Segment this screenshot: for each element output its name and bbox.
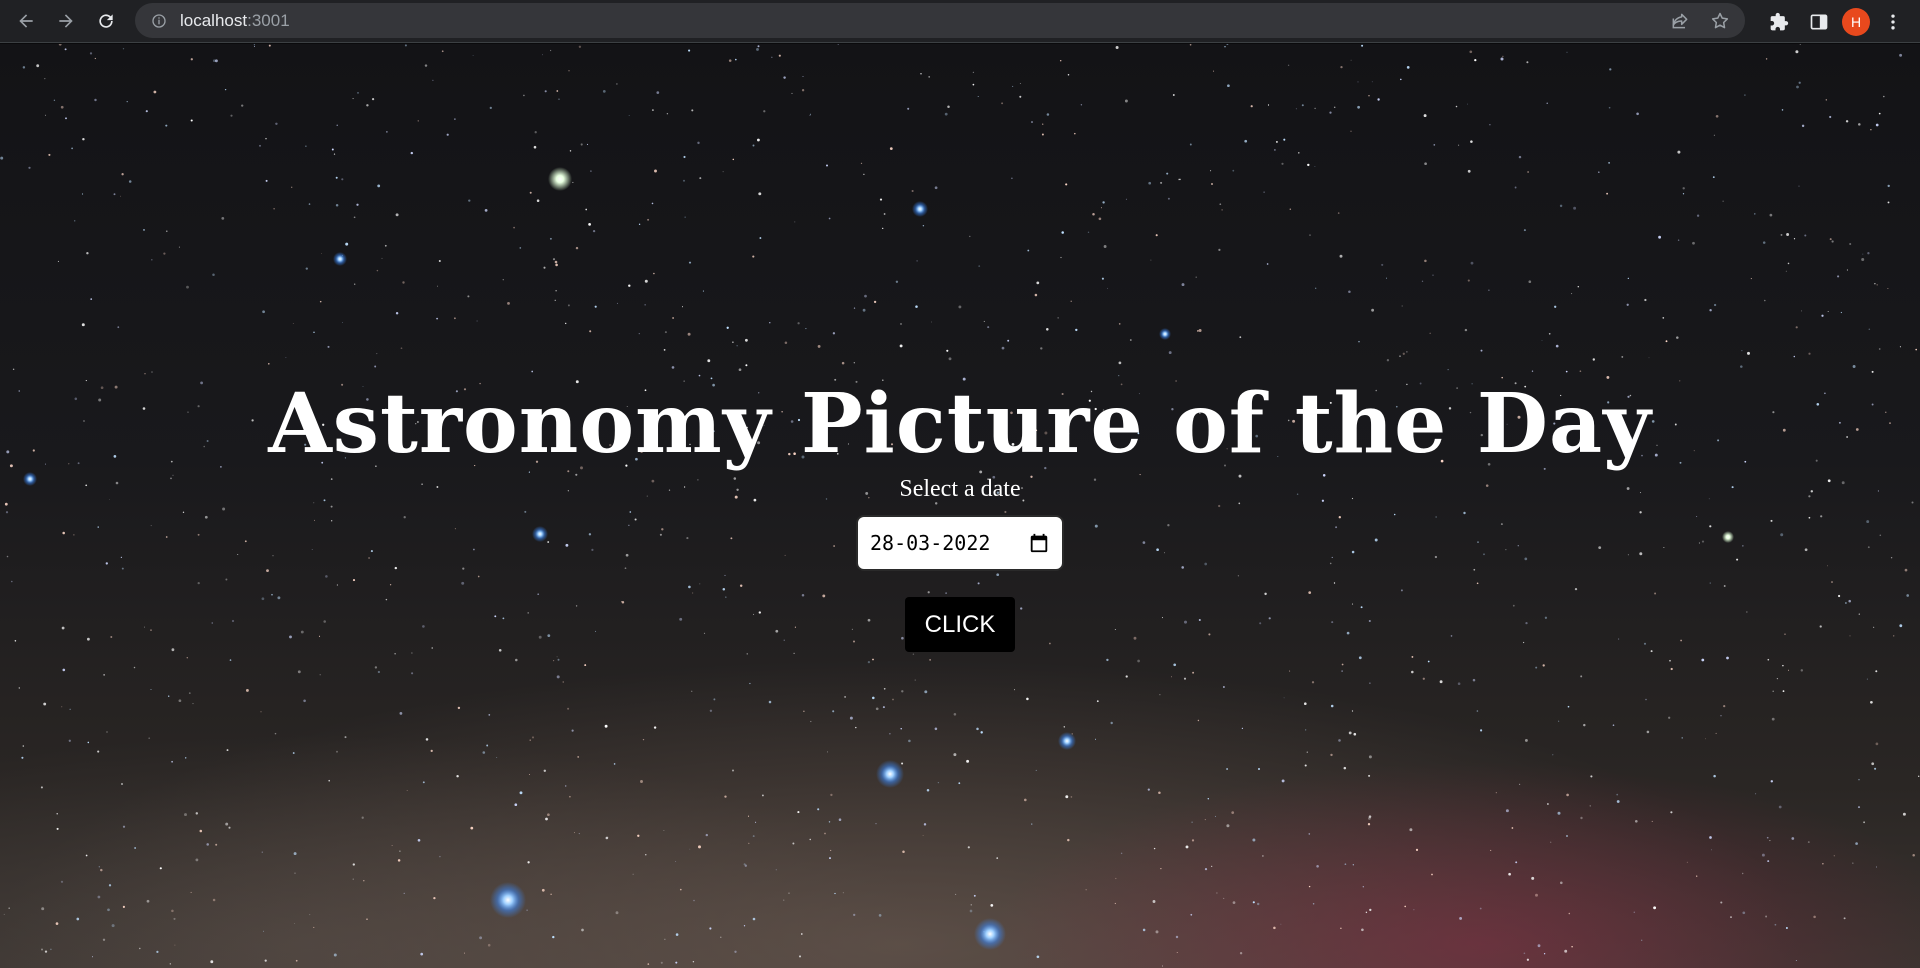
bright-star [333,252,347,266]
extensions-puzzle-icon[interactable] [1762,5,1796,39]
date-input[interactable]: 28-03-2022 [856,515,1064,571]
address-bar[interactable]: localhost:3001 [135,3,1745,38]
bright-star [1159,328,1171,340]
bright-star [876,760,904,788]
back-button[interactable] [6,1,46,41]
click-button[interactable]: CLICK [905,597,1015,652]
arrow-left-icon [19,14,33,28]
bright-star [1058,732,1076,750]
main-content: Astronomy Picture of the Day Select a da… [0,374,1920,652]
date-label: Select a date [899,476,1021,502]
url-port: :3001 [247,10,290,30]
side-panel-icon[interactable] [1802,5,1836,39]
url-text: localhost:3001 [180,11,290,31]
arrow-right-icon [59,14,73,28]
date-input-value[interactable]: 28-03-2022 [870,531,990,555]
page-background: Astronomy Picture of the Day Select a da… [0,44,1920,968]
bright-star [490,882,526,918]
bookmark-star-icon[interactable] [1703,4,1737,38]
bright-star [974,918,1006,950]
more-menu-icon[interactable] [1876,5,1910,39]
browser-toolbar: localhost:3001 H [0,0,1920,43]
profile-avatar[interactable]: H [1842,7,1870,36]
url-host: localhost [180,10,248,30]
share-icon[interactable] [1663,4,1697,38]
info-icon[interactable] [150,12,168,30]
bright-star [548,167,572,191]
calendar-icon[interactable] [1028,532,1050,554]
page-title: Astronomy Picture of the Day [268,376,1652,472]
reload-icon [99,14,113,28]
forward-button[interactable] [46,1,86,41]
reload-button[interactable] [86,1,126,41]
bright-star [912,201,928,217]
